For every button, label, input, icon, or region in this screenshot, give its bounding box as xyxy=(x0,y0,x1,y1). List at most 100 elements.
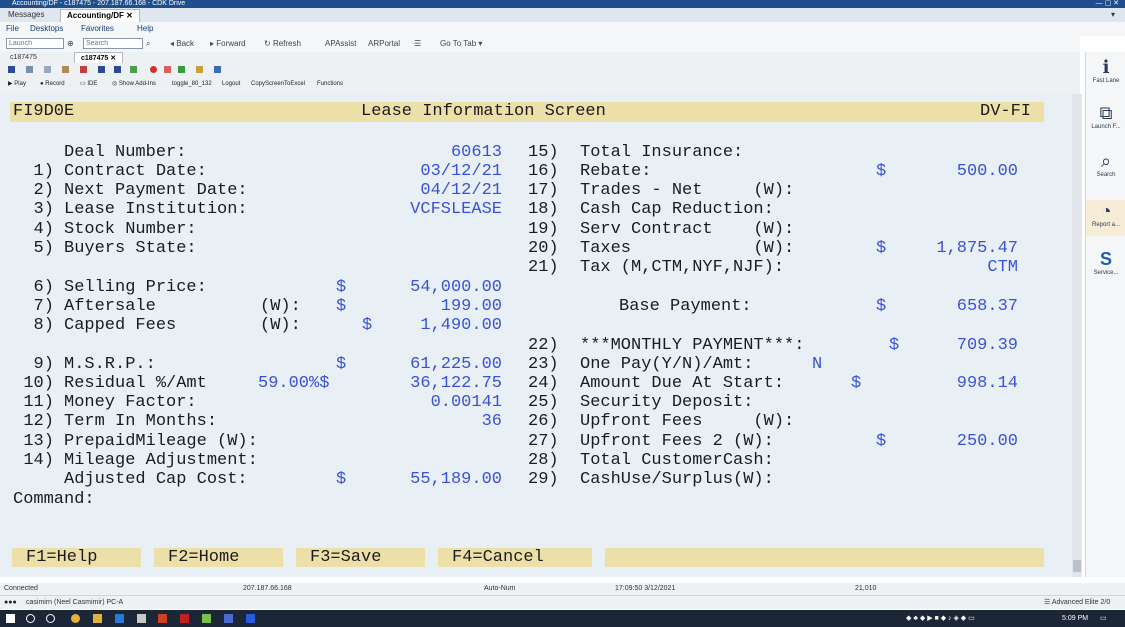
apassist-link[interactable]: APAssist xyxy=(325,36,356,52)
logout-button[interactable]: Logout xyxy=(222,74,240,94)
list-icon[interactable]: ☰ xyxy=(414,36,421,52)
residual-percent[interactable]: 59.00%$ xyxy=(258,374,329,393)
right-field-label: Base Payment: xyxy=(619,297,752,316)
pdf-icon[interactable] xyxy=(180,614,189,623)
launch-button[interactable]: ⧉ Launch F... xyxy=(1086,102,1125,130)
right-field-label: Cash Cap Reduction: xyxy=(580,200,774,219)
right-field-value[interactable]: CTM xyxy=(987,258,1018,277)
left-field-value[interactable]: VCFSLEASE xyxy=(410,200,502,219)
terminal-screen[interactable]: FI9D0E Lease Information Screen DV-FI De… xyxy=(0,94,1072,577)
calculator-icon[interactable] xyxy=(137,614,146,623)
search-panel-label: Search xyxy=(1096,172,1116,178)
right-field-label: Taxes (W): xyxy=(580,239,795,258)
left-field-number: 8) xyxy=(33,316,54,335)
f1-help-key[interactable]: F1=Help xyxy=(12,548,141,567)
tab-messages[interactable]: Messages xyxy=(2,9,50,21)
left-field-number: 2) xyxy=(33,181,54,200)
notification-icon[interactable]: ▭ xyxy=(1100,610,1107,627)
left-field-label: Residual %/Amt xyxy=(64,374,207,393)
right-field-value[interactable]: 658.37 xyxy=(957,297,1018,316)
screen-right-code: DV-FI xyxy=(980,102,1032,121)
screen-title: Lease Information Screen xyxy=(361,102,606,121)
left-field-value[interactable]: 04/12/21 xyxy=(420,181,502,200)
app-v-icon[interactable] xyxy=(246,614,255,623)
right-field-value[interactable]: 250.00 xyxy=(957,432,1018,451)
report-button[interactable]: ◔ Report a... xyxy=(1086,200,1125,236)
chevron-down-icon[interactable]: ▾ xyxy=(1105,9,1121,21)
left-field-value[interactable]: 61,225.00 xyxy=(410,355,502,374)
menu-favorites[interactable]: Favorites xyxy=(81,22,114,36)
forward-button[interactable]: ▸ Forward xyxy=(210,36,246,52)
left-field-number: 10) xyxy=(23,374,54,393)
left-field-value[interactable]: 36,122.75 xyxy=(410,374,502,393)
search-taskbar-icon[interactable] xyxy=(26,614,35,623)
windows-start-icon[interactable] xyxy=(6,614,15,623)
task-view-icon[interactable] xyxy=(46,614,55,623)
right-field-label: Rebate: xyxy=(580,162,652,181)
left-field-value[interactable]: 1,490.00 xyxy=(420,316,502,335)
search-panel-button[interactable]: ⌕ Search xyxy=(1086,150,1125,178)
refresh-button[interactable]: ↻ Refresh xyxy=(264,36,301,52)
goto-tab-button[interactable]: Go To Tab ▾ xyxy=(440,36,482,52)
right-field-label: Trades - Net (W): xyxy=(580,181,795,200)
copyscreen-button[interactable]: CopyScreenToExcel xyxy=(251,74,305,94)
tab-accounting[interactable]: Accounting/DF ✕ xyxy=(60,9,140,22)
menu-file[interactable]: File xyxy=(6,22,19,36)
search-input[interactable] xyxy=(83,38,143,49)
right-field-number: 21) xyxy=(528,258,559,277)
status-edition-label: Advanced Elite 2/0 xyxy=(1051,599,1111,606)
left-field-value[interactable]: 60613 xyxy=(451,143,502,162)
f2-home-key[interactable]: F2=Home xyxy=(154,548,283,567)
f3-save-key[interactable]: F3=Save xyxy=(296,548,425,567)
left-field-value[interactable]: 54,000.00 xyxy=(410,278,502,297)
ide-button[interactable]: ▭ IDE xyxy=(80,74,97,94)
right-field-value[interactable]: 709.39 xyxy=(957,336,1018,355)
left-field-value[interactable]: 199.00 xyxy=(441,297,502,316)
fast-lane-button[interactable]: ℹ Fast Lane xyxy=(1086,56,1125,84)
arportal-link[interactable]: ARPortal xyxy=(368,36,400,52)
left-field-wflag: (W): xyxy=(260,316,301,335)
folder-icon[interactable] xyxy=(93,614,102,623)
scroll-thumb[interactable] xyxy=(1073,560,1081,572)
launch-icon: ⧉ xyxy=(1099,103,1113,123)
edge-icon[interactable] xyxy=(115,614,124,623)
play-label: Play xyxy=(14,81,26,87)
left-field-number: 5) xyxy=(33,239,54,258)
app-green-icon[interactable] xyxy=(202,614,211,623)
left-field-label: Next Payment Date: xyxy=(64,181,248,200)
app-red-icon[interactable] xyxy=(158,614,167,623)
play-button[interactable]: ▶ Play xyxy=(8,74,26,94)
record-button[interactable]: ● Record xyxy=(40,74,65,94)
menu-help[interactable]: Help xyxy=(137,22,153,36)
chrome-icon[interactable] xyxy=(71,614,80,623)
right-field-value[interactable]: 998.14 xyxy=(957,374,1018,393)
right-field-number: 29) xyxy=(528,470,559,489)
status-user: casimirn (Neel Casmimir) PC-A xyxy=(26,599,124,606)
app-blue-icon[interactable] xyxy=(224,614,233,623)
system-tray-icons[interactable]: ◆ ♣ ◆ ▶ ■ ◆ ♪ ◈ ◆ ▭ xyxy=(906,610,975,627)
f4-cancel-key[interactable]: F4=Cancel xyxy=(438,548,592,567)
service-button[interactable]: S Service... xyxy=(1086,248,1125,276)
menu-desktops[interactable]: Desktops xyxy=(30,22,63,36)
left-field-value[interactable]: 36 xyxy=(482,412,502,431)
launch-go-icon[interactable]: ⊕ xyxy=(67,36,74,52)
right-field-value[interactable]: 500.00 xyxy=(957,162,1018,181)
refresh-label: Refresh xyxy=(272,39,301,48)
right-field-value[interactable]: 1,875.47 xyxy=(936,239,1018,258)
close-icon[interactable]: ✕ xyxy=(126,11,133,20)
left-field-value[interactable]: 03/12/21 xyxy=(420,162,502,181)
show-addins-button[interactable]: ◎ Show Add-Ins xyxy=(112,74,156,94)
left-field-value[interactable]: 0.00141 xyxy=(431,393,502,412)
info-icon: ℹ xyxy=(1102,57,1110,77)
back-button[interactable]: ◂ Back xyxy=(170,36,194,52)
close-icon[interactable]: ✕ xyxy=(110,55,116,62)
launch-input[interactable] xyxy=(6,38,64,49)
search-icon[interactable]: ⌕ xyxy=(146,36,150,52)
functions-button[interactable]: Functions xyxy=(317,74,343,94)
session-tab-1[interactable]: c187475 xyxy=(4,52,43,63)
right-field-value[interactable]: N xyxy=(812,355,822,374)
toggle-button[interactable]: toggle_80_132 xyxy=(172,74,212,94)
left-field-value[interactable]: 55,189.00 xyxy=(410,470,502,489)
vertical-scrollbar[interactable] xyxy=(1072,94,1082,577)
window-controls[interactable]: — ▢ ✕ xyxy=(1096,0,1119,8)
